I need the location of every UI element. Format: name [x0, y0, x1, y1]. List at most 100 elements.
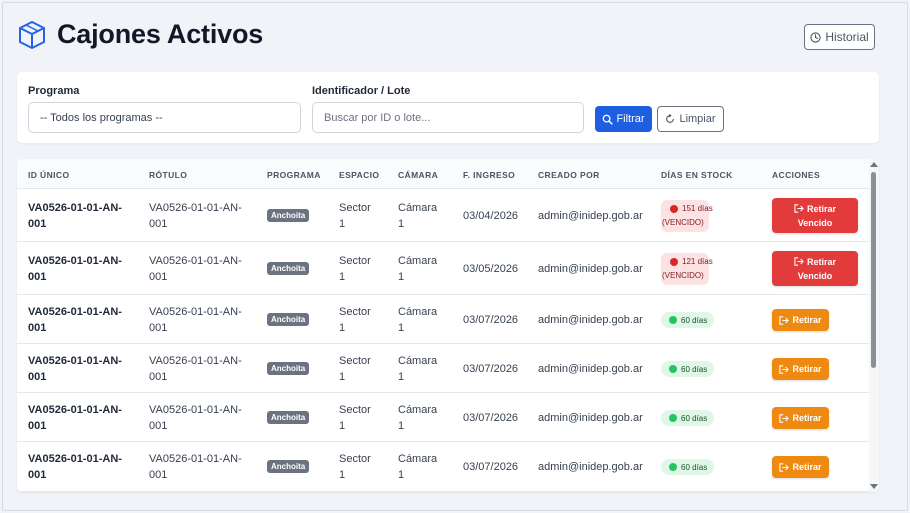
program-select[interactable]: -- Todos los programas -- — [28, 102, 301, 133]
cell-creado-por: admin@inidep.gob.ar — [538, 412, 643, 424]
filter-panel: Programa -- Todos los programas -- Ident… — [17, 72, 879, 143]
cell-camara: Cámara 1 — [398, 451, 437, 483]
cell-creado-por: admin@inidep.gob.ar — [538, 363, 643, 375]
expired-label: (VENCIDO) — [662, 271, 704, 280]
cell-espacio-line1: Sector — [339, 453, 371, 465]
retire-button[interactable]: Retirar — [772, 456, 829, 478]
cell-espacio-line1: Sector — [339, 404, 371, 416]
table-row: VA0526-01-01-AN- 001 VA0526-01-01-AN- 001 An… — [17, 442, 869, 492]
cell-id-line1: VA0526-01-01-AN- — [28, 202, 122, 214]
column-header-programa: PROGRAMA — [267, 170, 321, 180]
cell-rotulo-line2: 001 — [149, 371, 168, 383]
cell-rotulo-line1: VA0526-01-01-AN- — [149, 306, 242, 318]
sign-out-icon — [779, 315, 790, 325]
column-header-ingreso: F. INGRESO — [463, 170, 516, 180]
retire-button[interactable]: Retirar — [772, 358, 829, 380]
clear-button[interactable]: Limpiar — [657, 106, 724, 132]
column-header-espacio: ESPACIO — [339, 170, 380, 180]
scroll-up-arrow[interactable] — [870, 162, 878, 167]
cell-id: VA0526-01-01-AN- 001 — [28, 253, 122, 285]
status-dot — [669, 365, 677, 373]
cell-id-line2: 001 — [28, 271, 47, 283]
identifier-label: Identificador / Lote — [312, 85, 411, 97]
cell-espacio-line2: 1 — [339, 322, 346, 334]
cell-ingreso: 03/07/2026 — [463, 461, 519, 473]
cell-rotulo: VA0526-01-01-AN- 001 — [149, 353, 242, 385]
cell-camara: Cámara 1 — [398, 253, 437, 285]
cell-rotulo-line2: 001 — [149, 469, 168, 481]
scroll-down-arrow[interactable] — [870, 484, 878, 489]
retire-button[interactable]: Retirar — [772, 309, 829, 331]
cell-id-line1: VA0526-01-01-AN- — [28, 355, 122, 367]
days-in-stock-badge: 60 días — [661, 410, 715, 426]
retire-expired-button[interactable]: Retirar Vencido — [772, 251, 858, 286]
column-header-acciones: ACCIONES — [772, 170, 821, 180]
scrollbar-thumb[interactable] — [871, 172, 876, 368]
retire-expired-button[interactable]: Retirar Vencido — [772, 198, 858, 233]
cell-rotulo: VA0526-01-01-AN- 001 — [149, 402, 242, 434]
table-row: VA0526-01-01-AN- 001 VA0526-01-01-AN- 001 An… — [17, 344, 869, 393]
program-label: Programa — [28, 85, 80, 97]
cell-ingreso: 03/05/2026 — [463, 263, 519, 275]
retire-button-label: Retirar — [792, 315, 822, 325]
table-row: VA0526-01-01-AN- 001 VA0526-01-01-AN- 001 An… — [17, 295, 869, 344]
cell-camara-line2: 1 — [398, 322, 405, 334]
sign-out-icon — [794, 204, 804, 213]
program-badge: Anchoita — [267, 362, 310, 375]
cell-camara-line2: 1 — [398, 469, 405, 481]
status-dot — [669, 414, 677, 422]
filter-button-label: Filtrar — [616, 113, 645, 125]
cell-espacio-line2: 1 — [339, 218, 346, 230]
vertical-scrollbar[interactable] — [869, 159, 879, 492]
cell-creado-por: admin@inidep.gob.ar — [538, 263, 643, 275]
cell-ingreso: 03/07/2026 — [463, 314, 519, 326]
cell-espacio-line2: 1 — [339, 420, 346, 432]
sign-out-icon — [779, 413, 790, 423]
days-value: 60 días — [681, 315, 708, 325]
history-button[interactable]: Historial — [804, 24, 875, 50]
filter-button[interactable]: Filtrar — [595, 106, 652, 132]
days-in-stock-badge: 60 días — [661, 312, 715, 328]
cell-id-line2: 001 — [28, 371, 47, 383]
cell-creado-por: admin@inidep.gob.ar — [538, 314, 643, 326]
days-value: 60 días — [681, 364, 708, 374]
cell-camara: Cámara 1 — [398, 304, 437, 336]
days-in-stock-badge: 151 días (VENCIDO) — [661, 200, 713, 232]
cell-id: VA0526-01-01-AN- 001 — [28, 200, 122, 232]
cell-rotulo: VA0526-01-01-AN- 001 — [149, 451, 242, 483]
cell-rotulo-line1: VA0526-01-01-AN- — [149, 255, 242, 267]
cell-camara: Cámara 1 — [398, 402, 437, 434]
retire-button-label: Retirar — [806, 257, 836, 267]
cell-id-line1: VA0526-01-01-AN- — [28, 306, 122, 318]
cell-espacio: Sector 1 — [339, 353, 371, 385]
column-header-camara: CÁMARA — [398, 170, 439, 180]
clock-icon — [810, 31, 821, 43]
sign-out-icon — [794, 257, 804, 266]
column-header-rotulo: RÓTULO — [149, 170, 188, 180]
cell-id-line1: VA0526-01-01-AN- — [28, 404, 122, 416]
cell-espacio: Sector 1 — [339, 451, 371, 483]
sign-out-icon — [779, 364, 790, 374]
cell-id: VA0526-01-01-AN- 001 — [28, 402, 122, 434]
cell-rotulo-line2: 001 — [149, 322, 168, 334]
cell-camara-line2: 1 — [398, 271, 405, 283]
cell-ingreso: 03/04/2026 — [463, 210, 519, 222]
retire-button-label: Retirar — [806, 204, 836, 214]
cell-id-line2: 001 — [28, 420, 47, 432]
cell-camara-line1: Cámara — [398, 306, 438, 318]
retire-button[interactable]: Retirar — [772, 407, 829, 429]
days-value: 121 días — [682, 257, 713, 266]
cell-id-line2: 001 — [28, 322, 47, 334]
cell-espacio-line2: 1 — [339, 271, 346, 283]
search-input[interactable] — [312, 102, 584, 133]
page-title: Cajones Activos — [57, 19, 264, 49]
cell-id-line1: VA0526-01-01-AN- — [28, 453, 122, 465]
cell-camara-line2: 1 — [398, 218, 405, 230]
column-header-creado-por: CREADO POR — [538, 170, 600, 180]
days-value: 151 días — [682, 204, 713, 213]
cell-rotulo-line2: 001 — [149, 218, 168, 230]
cell-rotulo-line2: 001 — [149, 271, 168, 283]
table-header: ID ÚNICO RÓTULO PROGRAMA ESPACIO CÁMARA … — [17, 159, 869, 189]
cell-espacio: Sector 1 — [339, 253, 371, 285]
column-header-id: ID ÚNICO — [28, 170, 70, 180]
